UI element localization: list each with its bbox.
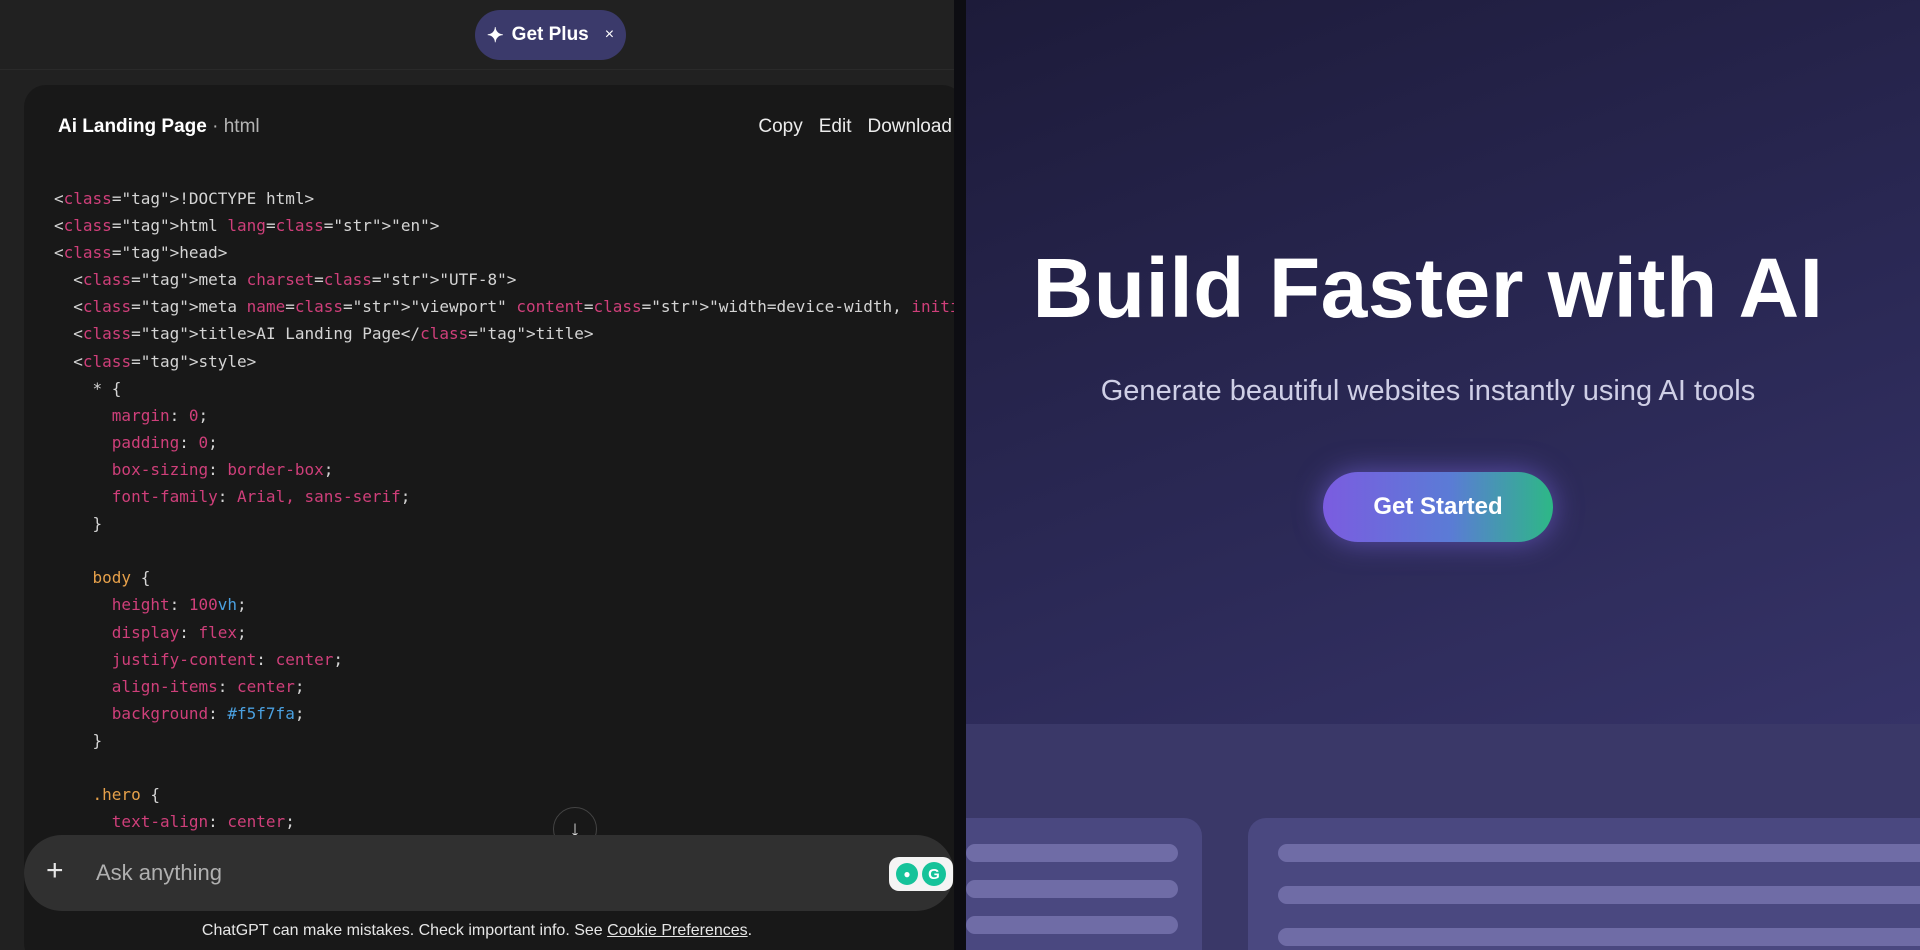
preview-pane: Build Faster with AI Generate beautiful …	[966, 0, 1920, 950]
code-line: align-items: center;	[111, 676, 305, 696]
disclaimer-end: .	[747, 922, 753, 939]
ask-input[interactable]	[96, 853, 796, 893]
code-line: <class="tag">style>	[54, 351, 257, 371]
chat-topbar: ✦ Get Plus ×	[0, 0, 954, 70]
chat-pane: ✦ Get Plus × Ai Landing Page · html Copy…	[0, 0, 954, 950]
grammarly-widget[interactable]: ● G	[889, 857, 953, 891]
code-line: justify-content: center;	[111, 649, 343, 669]
code-line: <class="tag">meta name=class="str">"view…	[54, 297, 954, 317]
code-line: * {	[54, 378, 122, 398]
sparkle-icon: ✦	[486, 24, 504, 47]
code-line: <class="tag">!DOCTYPE html>	[54, 189, 315, 208]
lightbulb-icon: ●	[896, 863, 918, 885]
placeholder-bar	[966, 916, 1178, 934]
code-line: margin: 0;	[111, 405, 209, 425]
hero-title: Build Faster with AI	[1032, 241, 1824, 335]
canvas-title-text: Ai Landing Page	[58, 116, 207, 137]
code-line: }	[54, 730, 103, 750]
canvas-title: Ai Landing Page · html	[58, 116, 260, 138]
placeholder-bar	[966, 880, 1178, 898]
code-line: background: #f5f7fa;	[111, 703, 305, 723]
grammarly-icon: G	[922, 862, 946, 886]
code-block[interactable]: <class="tag">!DOCTYPE html> <class="tag">…	[54, 185, 954, 835]
canvas-lang-label: · html	[206, 116, 260, 137]
code-line: <class="tag">meta charset=class="str">"U…	[54, 270, 517, 290]
code-line: height: 100vh;	[111, 595, 247, 615]
download-button[interactable]: Download	[868, 116, 953, 138]
composer: + ● G	[24, 835, 954, 911]
placeholder-bar	[1278, 886, 1920, 904]
placeholder-bar	[966, 844, 1178, 862]
copy-button[interactable]: Copy	[758, 116, 802, 138]
feature-card	[966, 818, 1202, 950]
placeholder-bar	[1278, 928, 1920, 946]
cookie-preferences-link[interactable]: Cookie Preferences	[607, 922, 748, 939]
placeholder-bar	[1278, 844, 1920, 862]
feature-card	[1248, 818, 1920, 950]
pane-divider[interactable]	[954, 0, 966, 950]
canvas-actions: Copy Edit Download	[758, 116, 952, 138]
get-plus-button[interactable]: ✦ Get Plus ×	[475, 10, 626, 60]
canvas-header: Ai Landing Page · html Copy Edit Downloa…	[24, 85, 954, 170]
disclaimer-text: ChatGPT can make mistakes. Check importa…	[201, 922, 608, 939]
code-line: box-sizing: border-box;	[111, 459, 334, 479]
feature-section	[966, 724, 1920, 950]
code-canvas: Ai Landing Page · html Copy Edit Downloa…	[24, 85, 954, 950]
edit-button[interactable]: Edit	[819, 116, 852, 138]
get-started-button[interactable]: Get Started	[1323, 472, 1553, 542]
code-line: body {	[92, 568, 151, 588]
code-line: text-align: center;	[111, 812, 295, 832]
code-line: font-family: Arial, sans-serif;	[111, 487, 411, 507]
code-line: <class="tag">html lang=class="str">"en">	[54, 216, 440, 236]
code-line: display: flex;	[111, 622, 247, 642]
disclaimer: ChatGPT can make mistakes. Check importa…	[0, 922, 954, 940]
code-line: .hero {	[92, 785, 160, 805]
code-line: padding: 0;	[111, 432, 218, 452]
close-icon[interactable]: ×	[605, 26, 614, 44]
plus-icon[interactable]: +	[46, 853, 64, 889]
code-line: <class="tag">title>AI Landing Page</clas…	[54, 324, 594, 344]
get-plus-label: Get Plus	[511, 24, 589, 45]
code-line: }	[54, 514, 103, 534]
code-line: <class="tag">head>	[54, 243, 228, 263]
hero-subtitle: Generate beautiful websites instantly us…	[1100, 375, 1756, 407]
